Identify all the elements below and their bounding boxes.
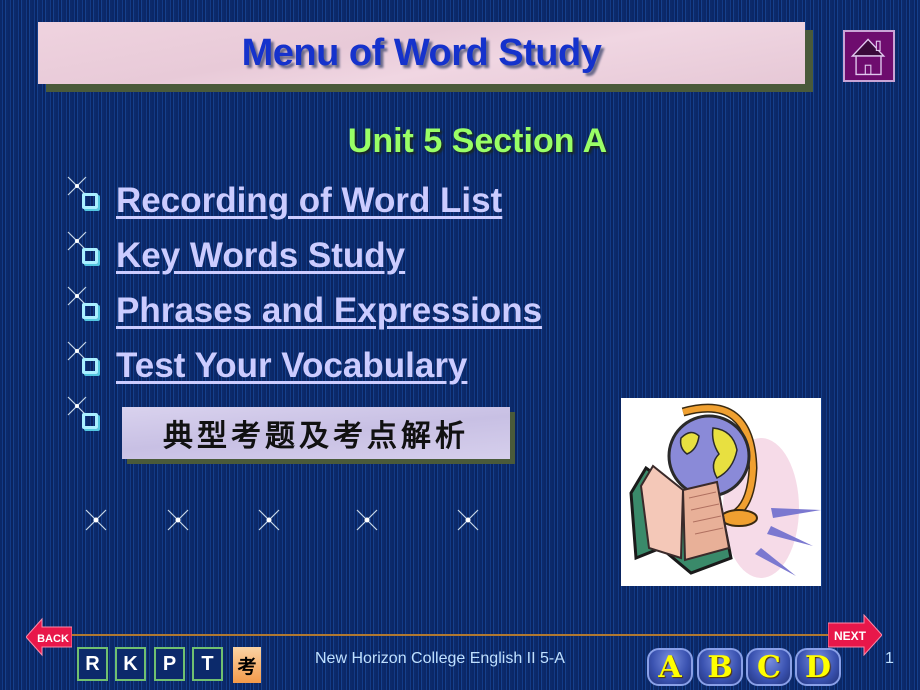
answer-a-button[interactable]: A bbox=[647, 648, 693, 686]
answer-b-label: B bbox=[707, 649, 733, 685]
exam-analysis-label: 典型考题及考点解析 bbox=[163, 419, 469, 454]
exam-analysis-button[interactable]: 典型考题及考点解析 bbox=[122, 407, 510, 459]
checkbox-bullet-icon bbox=[82, 193, 98, 209]
nav-k-button[interactable]: K bbox=[115, 647, 146, 681]
course-title: New Horizon College English II 5-A bbox=[315, 650, 565, 667]
sparkle-icon bbox=[356, 509, 378, 531]
back-label: BACK bbox=[37, 633, 69, 645]
sparkle-icon bbox=[167, 509, 189, 531]
page-number: 1 bbox=[885, 650, 894, 667]
answer-d-button[interactable]: D bbox=[795, 648, 841, 686]
sparkle-icon bbox=[85, 509, 107, 531]
answer-a-label: A bbox=[658, 649, 682, 685]
checkbox-bullet-icon bbox=[82, 248, 98, 264]
next-label: NEXT bbox=[834, 629, 867, 643]
checkbox-bullet-icon bbox=[82, 358, 98, 374]
exam-kao-button[interactable]: 考 bbox=[233, 647, 261, 683]
home-icon bbox=[850, 38, 886, 76]
answer-c-label: C bbox=[757, 649, 781, 685]
globe-book-clipart bbox=[621, 398, 821, 586]
nav-r-button[interactable]: R bbox=[77, 647, 108, 681]
home-button[interactable] bbox=[843, 30, 895, 82]
recording-word-list-link[interactable]: Recording of Word List bbox=[116, 181, 502, 221]
back-button[interactable]: BACK bbox=[25, 617, 73, 657]
sparkle-icon bbox=[457, 509, 479, 531]
checkbox-bullet-icon bbox=[82, 413, 98, 429]
answer-b-button[interactable]: B bbox=[697, 648, 743, 686]
back-arrow-icon: BACK bbox=[25, 617, 73, 657]
checkbox-bullet-icon bbox=[82, 303, 98, 319]
sparkle-icon bbox=[258, 509, 280, 531]
title-bar: Menu of Word Study bbox=[38, 22, 805, 84]
test-vocabulary-link[interactable]: Test Your Vocabulary bbox=[116, 346, 467, 386]
nav-t-button[interactable]: T bbox=[192, 647, 223, 681]
globe-book-illustration-icon bbox=[629, 403, 821, 578]
footer-divider bbox=[66, 634, 846, 636]
answer-c-button[interactable]: C bbox=[746, 648, 792, 686]
key-words-study-link[interactable]: Key Words Study bbox=[116, 236, 405, 276]
phrases-expressions-link[interactable]: Phrases and Expressions bbox=[116, 291, 542, 331]
nav-p-button[interactable]: P bbox=[154, 647, 185, 681]
page-title: Menu of Word Study bbox=[241, 31, 602, 74]
answer-d-label: D bbox=[804, 649, 831, 685]
section-subtitle: Unit 5 Section A bbox=[347, 122, 608, 160]
